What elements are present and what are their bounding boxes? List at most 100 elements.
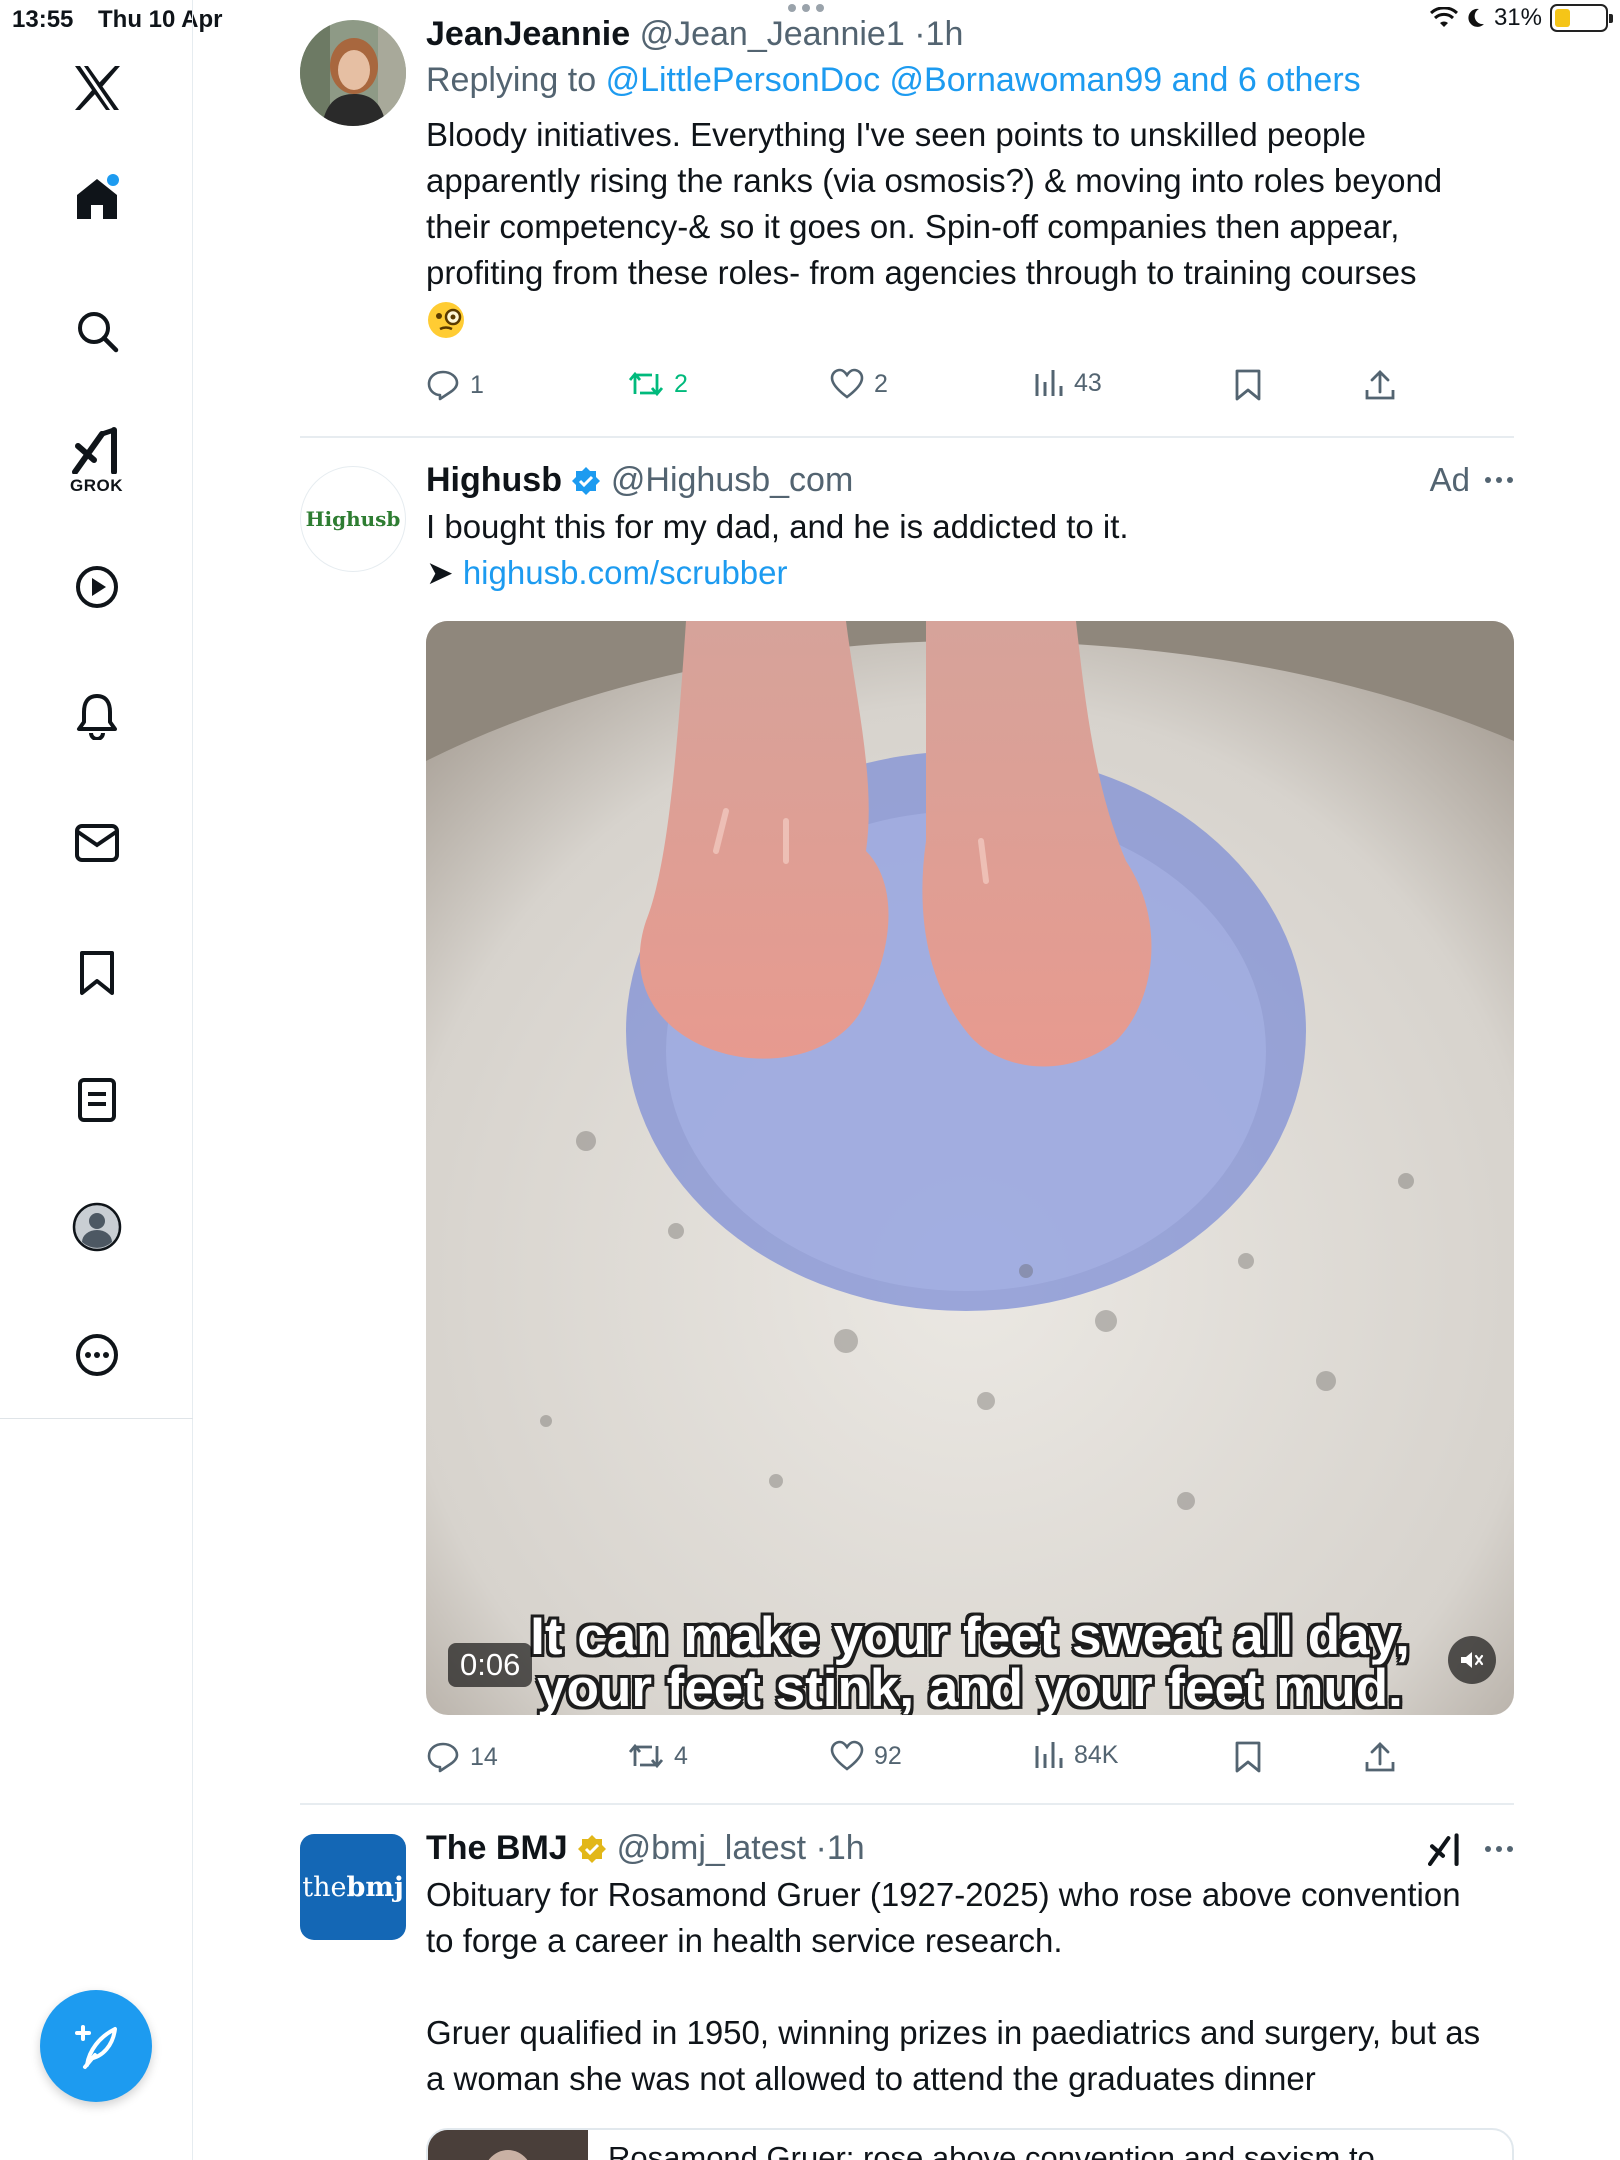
grok-icon[interactable] (1428, 1832, 1462, 1866)
share-button[interactable] (1364, 1740, 1396, 1774)
monocle-face-emoji (428, 302, 464, 338)
bookmark-button[interactable] (1234, 1740, 1262, 1774)
multitask-dots-icon[interactable] (788, 4, 824, 12)
post-header: Highusb @Highusb_com (426, 458, 1514, 502)
post-header: The BMJ @bmj_latest ·1h (426, 1826, 1514, 1870)
notifications-bell-icon (76, 694, 117, 740)
arrow-glyph: ➤ (426, 554, 454, 591)
repost-button[interactable]: 2 (628, 368, 688, 400)
views-button[interactable]: 84K (1032, 1740, 1118, 1770)
reply-icon (427, 370, 459, 401)
like-count: 2 (874, 369, 888, 398)
verified-badge-icon (572, 467, 601, 495)
post-header: JeanJeannie @Jean_Jeannie1 ·1h (426, 12, 1514, 56)
post-text: Bloody initiatives. Everything I've seen… (426, 112, 1514, 342)
replying-prefix: Replying to (426, 61, 597, 99)
video-player[interactable]: It can make your feet sweat all day, you… (426, 621, 1514, 1715)
like-count: 92 (874, 1741, 902, 1770)
post-divider (300, 1803, 1514, 1805)
post-link-line: ➤ highusb.com/scrubber (426, 550, 1514, 596)
post-text-line: a woman she was not allowed to attend th… (426, 2060, 1316, 2097)
mute-toggle-button[interactable] (1448, 1636, 1496, 1684)
avatar[interactable]: thebmj (300, 1834, 406, 1940)
grok-icon (71, 427, 117, 474)
author-name[interactable]: The BMJ (426, 1829, 568, 1867)
sidebar-divider (0, 1418, 193, 1419)
link-card-image (428, 2130, 588, 2160)
profile-icon (72, 1202, 121, 1252)
nav-notifications[interactable] (0, 692, 193, 740)
lists-icon (77, 1078, 116, 1122)
grok-label: GROK (70, 476, 123, 495)
bookmark-icon (1235, 369, 1261, 401)
nav-profile[interactable] (0, 1202, 193, 1252)
repost-icon (628, 1743, 664, 1769)
video-caption-line: It can make your feet sweat all day, (530, 1607, 1410, 1666)
battery-icon (1550, 4, 1613, 32)
bookmark-button[interactable] (1234, 368, 1262, 402)
video-caption-line: your feet stink, and your feet mud. (537, 1659, 1403, 1715)
author-name[interactable]: Highusb (426, 461, 562, 499)
nav-home[interactable] (0, 176, 193, 222)
post-actions: 1 2 2 43 (426, 368, 1514, 408)
views-chart-icon (1035, 370, 1063, 396)
post-text-line: Gruer qualified in 1950, winning prizes … (426, 2014, 1481, 2051)
view-count: 43 (1074, 368, 1102, 397)
post-text-line: apparently rising the ranks (via osmosis… (426, 162, 1443, 199)
repost-count: 4 (674, 1741, 688, 1770)
heart-icon (830, 1740, 864, 1771)
post-text-line: their competency-& so it goes on. Spin-o… (426, 208, 1400, 245)
sidebar: GROK (0, 0, 193, 2160)
like-button[interactable]: 92 (830, 1740, 902, 1772)
messages-envelope-icon (74, 824, 119, 862)
post-text: Obituary for Rosamond Gruer (1927-2025) … (426, 1872, 1514, 2102)
ad-link[interactable]: highusb.com/scrubber (463, 554, 788, 591)
author-handle[interactable]: @Highusb_com (611, 461, 853, 499)
author-handle[interactable]: @bmj_latest (617, 1829, 806, 1867)
compose-post-button[interactable] (40, 1990, 152, 2102)
replying-to: Replying to @LittlePersonDoc @Bornawoman… (426, 58, 1514, 102)
repost-button[interactable]: 4 (628, 1740, 688, 1772)
like-button[interactable]: 2 (830, 368, 888, 400)
ad-label: Ad (1429, 461, 1470, 498)
post-actions: 14 4 92 84K (426, 1740, 1514, 1780)
post-time[interactable]: 1h (827, 1829, 865, 1867)
home-notification-dot (107, 174, 119, 186)
repost-count: 2 (674, 369, 688, 398)
views-chart-icon (1035, 1742, 1063, 1768)
reply-icon (427, 1742, 459, 1773)
bmj-logo-text: thebmj (302, 1872, 403, 1903)
bmj-logo-bmj: bmj (346, 1871, 404, 1903)
author-handle[interactable]: @Jean_Jeannie1 (640, 15, 905, 53)
repost-icon (628, 371, 664, 397)
nav-video[interactable] (0, 564, 193, 610)
bookmark-icon (1235, 1741, 1261, 1773)
bmj-logo-the: the (302, 1871, 347, 1903)
post-text-line: to forge a career in health service rese… (426, 1922, 1063, 1959)
speaker-muted-icon (1461, 1652, 1484, 1668)
avatar[interactable] (300, 20, 406, 126)
nav-messages[interactable] (0, 823, 193, 863)
avatar[interactable]: Highusb (300, 466, 406, 572)
author-name[interactable]: JeanJeannie (426, 15, 630, 53)
share-button[interactable] (1364, 368, 1396, 402)
x-logo-icon[interactable] (0, 62, 193, 114)
views-button[interactable]: 43 (1032, 368, 1102, 398)
reply-count: 1 (470, 370, 484, 399)
gold-verified-badge-icon (578, 1835, 607, 1863)
more-options-icon[interactable] (1484, 476, 1514, 484)
nav-search[interactable] (0, 309, 193, 353)
nav-bookmarks[interactable] (0, 950, 193, 996)
link-card[interactable]: Rosamond Gruer: rose above convention an… (426, 2128, 1514, 2160)
nav-grok[interactable]: GROK (0, 426, 193, 496)
nav-lists[interactable] (0, 1077, 193, 1123)
battery-level (1555, 9, 1570, 27)
replying-to-users[interactable]: @LittlePersonDoc @Bornawoman99 and 6 oth… (606, 61, 1361, 99)
reply-button[interactable]: 14 (426, 1740, 498, 1774)
post-time[interactable]: 1h (926, 15, 964, 53)
more-options-icon[interactable] (1484, 1845, 1514, 1853)
reply-button[interactable]: 1 (426, 368, 484, 402)
post-text: I bought this for my dad, and he is addi… (426, 508, 1129, 545)
separator-dot: · (815, 1829, 827, 1867)
nav-more[interactable] (0, 1332, 193, 1378)
